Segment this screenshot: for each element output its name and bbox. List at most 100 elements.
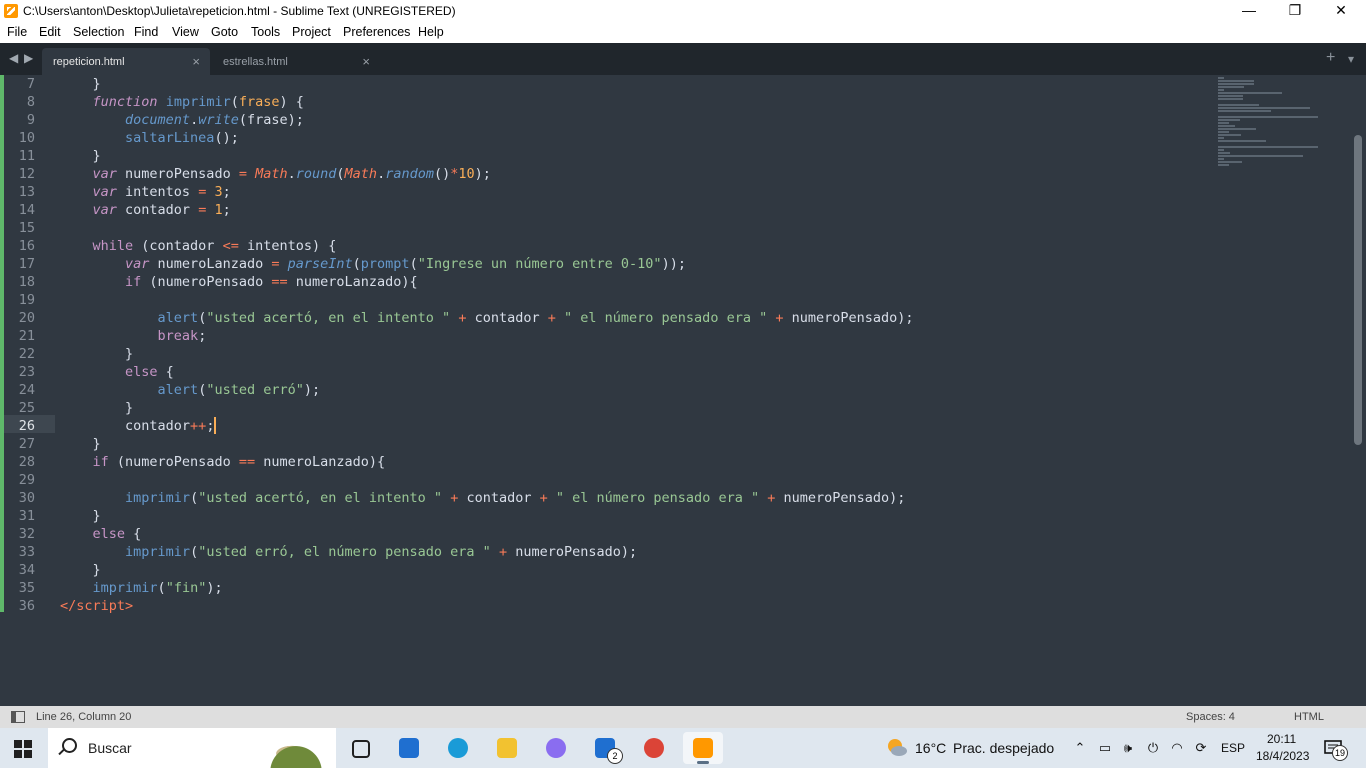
code-line[interactable]: 7 } [0,75,1210,93]
code-line[interactable]: 22 } [0,345,1210,363]
code-line[interactable]: 28 if (numeroPensado == numeroLanzado){ [0,453,1210,471]
tab-overflow-icon[interactable]: ▾ [1348,52,1354,66]
line-number: 36 [18,598,35,614]
line-number: 15 [18,220,35,236]
code-line[interactable]: 15 [0,219,1210,237]
code-line[interactable]: 14 var contador = 1; [0,201,1210,219]
menu-edit[interactable]: Edit [39,25,61,39]
vertical-scrollbar[interactable] [1354,135,1362,445]
network-adapter-icon[interactable]: ▭ [1097,740,1113,756]
tab-repeticion[interactable]: repeticion.html × [42,48,210,75]
menu-project[interactable]: Project [292,25,331,39]
code-line[interactable]: 8 function imprimir(frase) { [0,93,1210,111]
menu-find[interactable]: Find [134,25,158,39]
tab-close-icon[interactable]: × [192,54,200,69]
code-line[interactable]: 21 break; [0,327,1210,345]
weather-partly-cloudy-icon[interactable] [884,736,908,760]
code-line[interactable]: 20 alert("usted acertó, en el intento " … [0,309,1210,327]
menu-file[interactable]: File [7,25,27,39]
volume-icon[interactable]: 🕪 [1120,740,1136,756]
tab-nav-right-icon[interactable]: ▶ [24,51,33,65]
windows-start-icon[interactable] [14,740,32,758]
code-line[interactable]: 10 saltarLinea(); [0,129,1210,147]
file-explorer-taskbar-button[interactable] [487,732,527,764]
minimap-line [1218,122,1229,124]
new-tab-icon[interactable]: + [1326,49,1335,67]
code-line[interactable]: 24 alert("usted erró"); [0,381,1210,399]
code-token: script [76,598,126,614]
tab-close-icon[interactable]: × [362,54,370,69]
onedrive-icon[interactable]: ⟳ [1193,740,1209,756]
sublime-text-taskbar-button[interactable] [683,732,723,764]
code-line[interactable]: 11 } [0,147,1210,165]
menu-view[interactable]: View [172,25,199,39]
indentation-setting[interactable]: Spaces: 4 [1186,711,1235,723]
code-line[interactable]: 27 } [0,435,1210,453]
line-code: var contador = 1; [60,201,231,219]
code-line[interactable]: 19 [0,291,1210,309]
input-language[interactable]: ESP [1221,741,1245,755]
menu-help[interactable]: Help [418,25,444,39]
tab-estrellas[interactable]: estrellas.html × [212,48,380,75]
line-code: } [60,147,101,165]
code-token: "usted acertó, en el intento " [206,310,451,326]
code-line[interactable]: 33 imprimir("usted erró, el número pensa… [0,543,1210,561]
show-hidden-icons-icon[interactable]: ⌃ [1072,740,1088,756]
chrome-taskbar-button[interactable] [634,732,674,764]
mail-taskbar-button[interactable]: 2 [585,732,625,764]
code-line[interactable]: 18 if (numeroPensado == numeroLanzado){ [0,273,1210,291]
line-number: 20 [18,310,35,326]
syntax-mode[interactable]: HTML [1294,711,1324,723]
weather-description[interactable]: Prac. despejado [953,740,1054,756]
minimize-button[interactable]: — [1226,0,1272,23]
code-line[interactable]: 29 [0,471,1210,489]
clock-date[interactable]: 18/4/2023 [1256,749,1309,763]
menu-preferences[interactable]: Preferences [343,25,410,39]
task-view-taskbar-button[interactable] [340,732,380,764]
code-line[interactable]: 16 while (contador <= intentos) { [0,237,1210,255]
code-line[interactable]: 32 else { [0,525,1210,543]
code-line[interactable]: 35 imprimir("fin"); [0,579,1210,597]
wifi-icon[interactable]: ◠ [1169,740,1185,756]
code-token: numeroLanzado [149,256,272,272]
code-line[interactable]: 31 } [0,507,1210,525]
file-explorer-icon [497,738,517,758]
minimap-line [1218,92,1282,94]
tab-nav-left-icon[interactable]: ◀ [9,51,18,65]
maximize-button[interactable]: ❐ [1272,0,1318,23]
sidebar-toggle-icon[interactable] [11,711,25,723]
menu-goto[interactable]: Goto [211,25,238,39]
taskbar-search[interactable]: Buscar [48,728,336,768]
code-editor[interactable]: 7 } 8 function imprimir(frase) {9 documen… [0,75,1366,706]
usb-device-icon[interactable]: ⏻ [1145,740,1161,756]
code-line[interactable]: 25 } [0,399,1210,417]
weather-temperature[interactable]: 16°C [915,740,946,756]
code-line[interactable]: 17 var numeroLanzado = parseInt(prompt("… [0,255,1210,273]
code-line[interactable]: 9 document.write(frase); [0,111,1210,129]
minimap-line [1218,110,1271,112]
code-line[interactable]: 26 contador++; [0,417,1210,435]
code-line[interactable]: 13 var intentos = 3; [0,183,1210,201]
line-code: </script> [60,597,133,615]
clock-time[interactable]: 20:11 [1267,732,1296,746]
minimap[interactable] [1218,77,1328,166]
menu-tools[interactable]: Tools [251,25,280,39]
close-button[interactable]: ✕ [1318,0,1364,23]
line-code: else { [60,525,142,543]
code-token: " el número pensado era " [564,310,768,326]
line-number: 24 [18,382,35,398]
code-line[interactable]: 12 var numeroPensado = Math.round(Math.r… [0,165,1210,183]
copilot-taskbar-button[interactable] [536,732,576,764]
code-line[interactable]: 23 else { [0,363,1210,381]
notification-center-icon[interactable]: 19 [1324,739,1348,761]
edge-taskbar-button[interactable] [438,732,478,764]
code-line[interactable]: 34 } [0,561,1210,579]
code-token: imprimir [125,544,191,560]
menu-selection[interactable]: Selection [73,25,124,39]
code-line[interactable]: 30 imprimir("usted acertó, en el intento… [0,489,1210,507]
code-line[interactable]: 36 </script> [0,597,1210,615]
microsoft-store-taskbar-button[interactable] [389,732,429,764]
